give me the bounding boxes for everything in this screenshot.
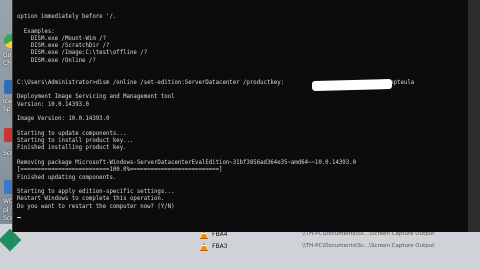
desktop-label-7: pl <box>3 207 9 214</box>
console-line: Version: 10.0.14393.0 <box>17 101 89 108</box>
file-path: \\TH-PC\Documents\Sc...\Screen Capture O… <box>302 243 435 249</box>
text-cursor <box>17 217 21 219</box>
command-prompt-window[interactable]: option immediately before '/. Examples: … <box>12 0 470 232</box>
console-line: DISM.exe /Image:C:\test\offline /? <box>17 50 148 57</box>
console-line: Deployment Image Servicing and Managemen… <box>17 94 175 101</box>
console-line: option immediately before '/. <box>17 14 117 20</box>
progress-bar-line: [==========================100.0%=======… <box>17 167 223 174</box>
desktop-label-3: Ice <box>3 98 12 105</box>
desktop-label-1: Go <box>3 52 12 59</box>
app-icon[interactable] <box>0 228 22 252</box>
list-item[interactable]: FBA3 \\TH-PC\Documents\Sc...\Screen Capt… <box>200 240 434 252</box>
console-line: DISM.exe /ScratchDir /? <box>17 43 110 50</box>
file-name: FBA3 <box>212 242 228 250</box>
console-output: option immediately before '/. Examples: … <box>17 14 465 219</box>
console-line: Finished updating components. <box>17 174 117 181</box>
console-prompt-line: Do you want to restart the computer now?… <box>17 203 175 210</box>
console-line: Starting to apply edition-specific setti… <box>17 189 175 196</box>
console-line: Examples: <box>17 28 55 35</box>
vlc-cone-icon <box>200 241 208 251</box>
window-edge <box>468 0 480 232</box>
console-line: Removing package Microsoft-Windows-Serve… <box>17 159 356 166</box>
console-line: Restart Windows to complete this operati… <box>17 196 165 203</box>
console-line: Image Version: 10.0.14393.0 <box>17 116 110 123</box>
console-line: Finished installing product key. <box>17 145 127 152</box>
console-line: Starting to install product key... <box>17 138 134 145</box>
console-cursor-line <box>17 211 465 219</box>
desktop-label-2: Ch <box>3 60 11 67</box>
console-line: DISM.exe /Mount-Wim /? <box>17 35 107 42</box>
redacted-product-key <box>311 78 393 92</box>
console-command-line: C:\Users\Administrator>dism /online /set… <box>17 79 415 86</box>
console-line: Starting to update components... <box>17 130 127 137</box>
desktop-label-4: Sp <box>3 106 11 113</box>
console-line: DISM.exe /Online /? <box>17 57 96 64</box>
